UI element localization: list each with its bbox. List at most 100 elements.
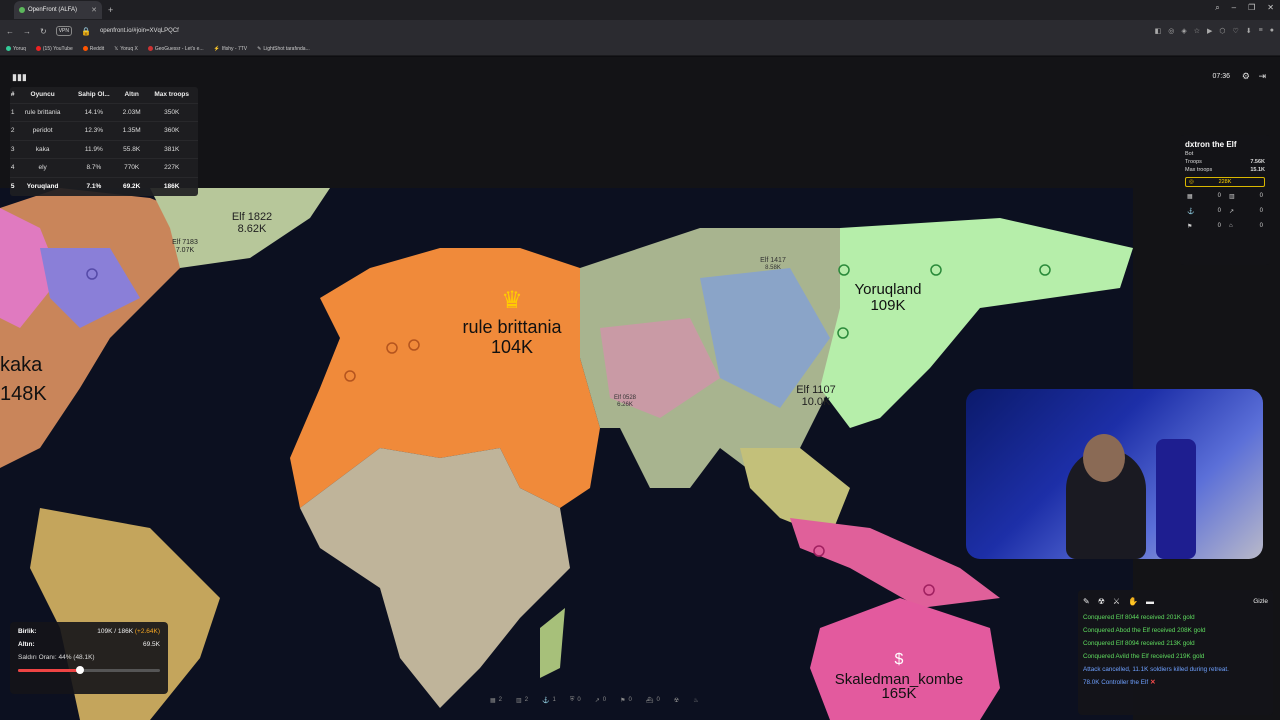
- gear-icon[interactable]: ⚙: [1242, 71, 1250, 82]
- lb-gold: 1.35M: [117, 121, 146, 140]
- extension-icons: ◧ ◎ ◈ ☆ ▶ ⬡ ♡ ⬇ ≡ ●: [1155, 27, 1274, 35]
- build-hydrogen-button[interactable]: ♨: [693, 697, 698, 704]
- table-row[interactable]: 2 peridot 12.3% 1.35M 360K: [10, 121, 198, 140]
- bookmark-item[interactable]: ✎ LightShot tarafında...: [257, 46, 310, 52]
- reload-icon[interactable]: ↻: [40, 27, 47, 36]
- lb-max: 350K: [145, 102, 198, 122]
- window-controls: ⌕ – ❐ ✕: [1215, 3, 1274, 13]
- lb-max: 227K: [145, 158, 198, 177]
- label-yoruqland-name: Yoruqland: [854, 281, 921, 298]
- player-type: Bot: [1185, 151, 1194, 157]
- bookmark-item[interactable]: (15) YouTube: [35, 46, 73, 52]
- build-port-button[interactable]: ⚓ 1: [542, 697, 556, 704]
- tab-close-icon[interactable]: ✕: [91, 6, 97, 14]
- extension-icon[interactable]: ◎: [1168, 27, 1174, 35]
- handshake-icon[interactable]: ✋: [1128, 597, 1138, 606]
- shield-icon: ⛨: [569, 696, 575, 703]
- lb-header-gold[interactable]: Altın: [118, 87, 145, 103]
- build-nuke-button[interactable]: ☢: [674, 697, 679, 704]
- bookmark-item[interactable]: Reddit: [82, 46, 104, 52]
- bookmark-item[interactable]: ⚡ Ifishy - 7TV: [214, 46, 248, 52]
- vpn-badge[interactable]: VPN: [55, 26, 72, 36]
- lb-header-max-troops[interactable]: Max troops: [145, 87, 198, 103]
- lb-max: 186K: [145, 176, 198, 196]
- world-map[interactable]: rule brittania 104K ♛ Yoruqland 109K kak…: [0, 188, 1133, 720]
- lb-name: rule brittania: [15, 102, 70, 122]
- nuke-icon[interactable]: ☢: [1098, 597, 1105, 606]
- nuke-icon: ☢: [673, 697, 680, 704]
- lb-name: peridot: [15, 121, 70, 140]
- heart-icon[interactable]: ♡: [1233, 27, 1239, 35]
- download-icon[interactable]: ⬇: [1246, 27, 1252, 35]
- label-elf-name: Elf 1107: [796, 384, 836, 396]
- table-row[interactable]: 4 ely 8.7% 770K 227K: [10, 158, 198, 177]
- lb-max: 381K: [145, 139, 198, 159]
- label-elf-name: Elf 7183: [172, 239, 198, 246]
- extension-icon[interactable]: ◧: [1155, 27, 1162, 35]
- lb-gold: 69.2K: [117, 176, 146, 196]
- building-sam: ⌂ 0: [1229, 223, 1263, 229]
- units-gain: (+2.64K): [134, 628, 160, 635]
- search-tabs-icon[interactable]: ⌕: [1215, 3, 1219, 13]
- url-field[interactable]: openfront.io/#join=XVqLPQCf: [100, 28, 179, 34]
- city-icon: ▦: [490, 697, 496, 704]
- crown-icon: ♛: [501, 287, 523, 314]
- build-city-button[interactable]: ▦ 2: [490, 697, 502, 704]
- back-icon[interactable]: ←: [6, 27, 14, 36]
- table-row-self[interactable]: 5 Yoruqland 7.1% 69.2K 186K: [10, 176, 198, 196]
- build-defense-button[interactable]: ⛨ 0: [570, 697, 581, 704]
- slider-knob[interactable]: [76, 666, 85, 674]
- bookmark-item[interactable]: Yoruq: [6, 46, 26, 52]
- menu-icon[interactable]: ≡: [1259, 27, 1263, 35]
- minimize-icon[interactable]: –: [1232, 3, 1236, 13]
- attack-ratio-label: Saldırı Oranı: 44% (48.1K): [18, 654, 95, 661]
- pencil-icon[interactable]: ✎: [1083, 597, 1090, 606]
- gold-label: Altın:: [18, 641, 35, 648]
- chat-icon[interactable]: ▬: [1146, 597, 1154, 606]
- game-area: rule brittania 104K ♛ Yoruqland 109K kak…: [0, 57, 1280, 720]
- gold-row: Altın: 69.5K: [18, 641, 160, 648]
- build-warship-button[interactable]: ⛴ 0: [646, 697, 660, 704]
- new-tab-icon[interactable]: +: [108, 5, 113, 15]
- anchor-icon: ⚓: [1187, 209, 1195, 215]
- profile-icon[interactable]: ●: [1270, 27, 1274, 35]
- hide-events-button[interactable]: Gizle: [1253, 598, 1268, 605]
- player-max-troops: Max troops 15.1K: [1185, 167, 1265, 173]
- missile-icon: ↗: [594, 697, 600, 704]
- missile-icon: ↗: [1229, 209, 1235, 215]
- cancel-attack-icon[interactable]: ✕: [1150, 679, 1155, 686]
- forward-icon[interactable]: →: [23, 27, 31, 36]
- sword-icon[interactable]: ⚔: [1113, 597, 1120, 606]
- lb-header-owned[interactable]: Sahip Ol...: [70, 87, 118, 103]
- build-sam-button[interactable]: ⚑ 0: [620, 697, 632, 704]
- bookmark-star-icon[interactable]: ☆: [1194, 27, 1200, 35]
- lb-name: kaka: [15, 139, 70, 159]
- browser-tab[interactable]: OpenFront (ALFA) ✕: [14, 1, 102, 19]
- table-row[interactable]: 1 rule brittania 14.1% 2.03M 350K: [10, 102, 198, 122]
- leaderboard-toggle-icon[interactable]: ▮▮▮: [12, 72, 27, 83]
- build-missile-button[interactable]: ↗ 0: [595, 697, 606, 704]
- player-info-panel: dxtron the Elf Bot Troops 7.56K Max troop…: [1180, 135, 1270, 265]
- leaderboard: # Oyuncu Sahip Ol... Altın Max troops 1 …: [10, 87, 198, 196]
- table-row[interactable]: 3 kaka 11.9% 55.8K 381K: [10, 139, 198, 159]
- event-log: ✎ ☢ ⚔ ✋ ▬ Gizle Conquered Elf 8044 recei…: [1078, 590, 1273, 715]
- factory-icon: ▥: [516, 697, 522, 704]
- close-window-icon[interactable]: ✕: [1267, 3, 1274, 13]
- maximize-icon[interactable]: ❐: [1248, 3, 1255, 13]
- extension-icon[interactable]: ◈: [1181, 27, 1186, 35]
- label-elf-troops: 6.26K: [617, 402, 633, 408]
- lb-header-player[interactable]: Oyuncu: [15, 87, 69, 103]
- building-port: ⚓ 0: [1187, 208, 1221, 215]
- extension-icon[interactable]: ⬡: [1219, 27, 1225, 35]
- webcam-chair: [1156, 439, 1196, 559]
- bookmark-item[interactable]: GeoGuessr - Let's e...: [147, 46, 204, 52]
- exit-icon[interactable]: ⇥: [1258, 71, 1266, 82]
- units-row: Birlik: 109K / 186K (+2.64K): [18, 628, 160, 635]
- player-troops: Troops 7.56K: [1185, 159, 1265, 165]
- warship-icon: ⛴: [645, 697, 654, 704]
- bookmark-item[interactable]: 𝕏 Yoruq X: [114, 46, 138, 52]
- build-factory-button[interactable]: ▥ 2: [516, 697, 528, 704]
- lb-gold: 770K: [117, 158, 146, 177]
- extension-icon[interactable]: ▶: [1207, 27, 1212, 35]
- attack-ratio-slider[interactable]: [18, 666, 160, 674]
